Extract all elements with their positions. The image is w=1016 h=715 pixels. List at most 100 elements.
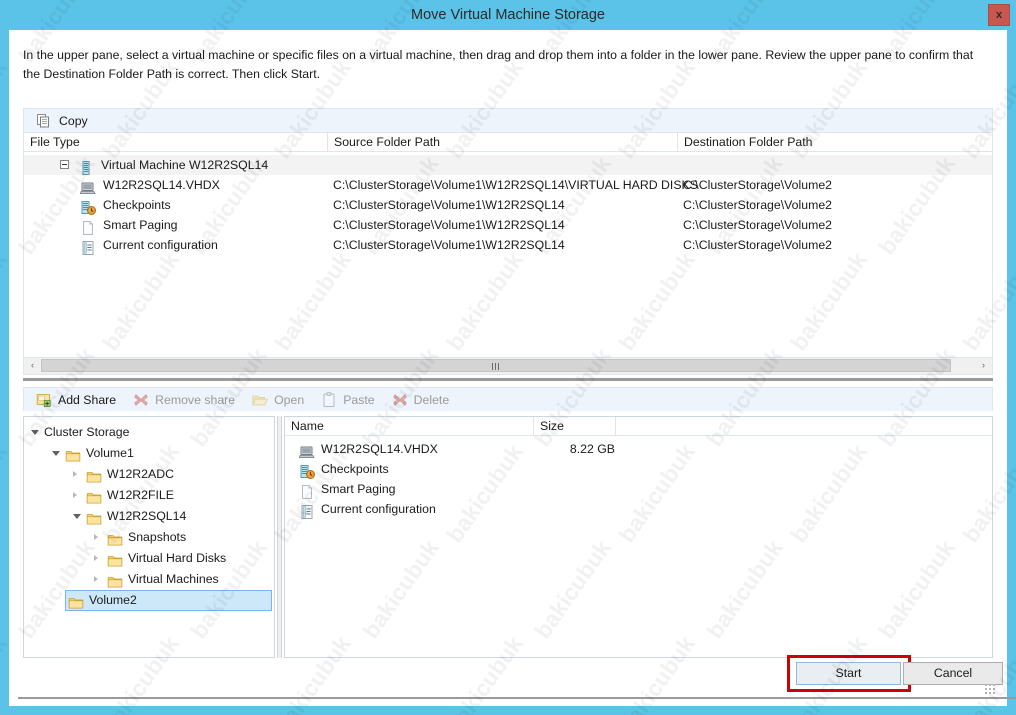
tree-expander-open-icon[interactable] xyxy=(52,451,60,456)
vhdx-disk-icon xyxy=(299,441,315,458)
start-button[interactable]: Start xyxy=(795,661,902,686)
folder-icon xyxy=(107,551,123,567)
upper-row-source-path: C:\ClusterStorage\Volume1\W12R2SQL14\VIR… xyxy=(333,178,698,192)
tree-node-label: W12R2SQL14 xyxy=(107,509,187,523)
tree-node-volume2[interactable]: Volume2 xyxy=(65,590,272,611)
upper-col-header-file-type[interactable]: File Type xyxy=(24,133,327,152)
toolbar-item-label: Open xyxy=(274,392,305,407)
cancel-button[interactable]: Cancel xyxy=(903,662,1003,685)
file-row-size: 8.22 GB xyxy=(569,442,615,456)
pane-divider xyxy=(23,378,993,381)
upper-row-file-type-label: W12R2SQL14.VHDX xyxy=(103,178,220,192)
file-row-name: Current configuration xyxy=(299,499,436,519)
upper-row-destination-path: C:\ClusterStorage\Volume2 xyxy=(683,218,833,232)
paste-button: Paste xyxy=(315,390,380,410)
hscroll-thumb-grip xyxy=(492,363,500,370)
pane-splitter[interactable] xyxy=(277,416,282,658)
file-list-header: Name Size xyxy=(285,417,992,436)
file-list-row[interactable]: Checkpoints xyxy=(285,459,992,479)
upper-row-file-type: Checkpoints xyxy=(80,195,171,215)
upper-group-row-label: Virtual Machine W12R2SQL14 xyxy=(101,158,269,172)
tree-expander-open-icon[interactable] xyxy=(31,430,39,435)
dialog-client-area: In the upper pane, select a virtual mach… xyxy=(9,30,1016,706)
config-file-icon xyxy=(299,501,315,519)
file-row-size xyxy=(533,479,615,499)
upper-table-group-row[interactable]: Virtual Machine W12R2SQL14 xyxy=(24,155,992,175)
delete-x-icon xyxy=(392,392,408,408)
tree-node-label: Virtual Hard Disks xyxy=(128,551,227,565)
tree-expander-closed-icon[interactable] xyxy=(94,555,98,561)
tree-expander-closed-icon[interactable] xyxy=(73,492,77,498)
file-list-row[interactable]: Smart Paging xyxy=(285,479,992,499)
upper-col-header-destination-folder-path[interactable]: Destination Folder Path xyxy=(677,133,992,152)
tree-node-label: W12R2FILE xyxy=(107,488,174,502)
close-icon[interactable]: x xyxy=(988,4,1010,26)
paste-icon xyxy=(321,391,337,408)
file-row-name: W12R2SQL14.VHDX xyxy=(299,439,438,459)
file-list-row[interactable]: Current configuration xyxy=(285,499,992,519)
config-file-icon xyxy=(80,237,96,255)
upper-row-file-type-label: Checkpoints xyxy=(103,198,171,212)
upper-table-row[interactable]: Smart Paging C:\ClusterStorage\Volume1\W1… xyxy=(24,215,992,235)
tree-node-label: Cluster Storage xyxy=(44,425,130,439)
upper-row-file-type: Smart Paging xyxy=(80,215,178,235)
file-list-row[interactable]: W12R2SQL14.VHDX 8.22 GB xyxy=(285,439,992,459)
tree-node-w12r2file[interactable]: W12R2FILE xyxy=(86,485,174,506)
copy-button[interactable]: Copy xyxy=(30,111,94,131)
upper-table-row[interactable]: W12R2SQL14.VHDX C:\ClusterStorage\Volume1… xyxy=(24,175,992,195)
folder-tree-pane[interactable]: Cluster Storage Volume1 W12R2ADC W12R2FILE W… xyxy=(23,416,275,658)
file-row-name: Checkpoints xyxy=(299,459,389,479)
add-share-button[interactable]: Add Share xyxy=(30,390,122,410)
toolbar-item-label: Remove share xyxy=(155,392,236,407)
upper-row-destination-path: C:\ClusterStorage\Volume2 xyxy=(683,178,833,192)
file-row-name-label: Checkpoints xyxy=(321,462,389,476)
file-row-name-label: Smart Paging xyxy=(321,482,396,496)
remove-share-button: Remove share xyxy=(127,390,241,410)
lower-pane-toolbar: Add Share Remove share Open Paste Delete xyxy=(23,387,993,411)
collapse-expander-icon[interactable] xyxy=(60,160,69,169)
tree-node-snapshots[interactable]: Snapshots xyxy=(107,527,186,548)
dialog-window: Move Virtual Machine Storage x In the up… xyxy=(0,0,1016,715)
upper-row-file-type-label: Current configuration xyxy=(103,238,218,252)
tree-node-label: Volume1 xyxy=(86,446,134,460)
tree-expander-open-icon[interactable] xyxy=(73,514,81,519)
file-list-pane[interactable]: Name Size W12R2SQL14.VHDX 8.22 GB Checkpoin… xyxy=(284,416,993,658)
hscroll-left-arrow[interactable]: ‹ xyxy=(24,358,41,373)
file-row-size xyxy=(533,459,615,479)
upper-group-row-type: Virtual Machine W12R2SQL14 xyxy=(78,155,268,175)
upper-pane-hscrollbar[interactable]: ‹ › xyxy=(23,358,993,375)
file-row-size xyxy=(533,499,615,519)
folder-icon xyxy=(86,509,102,525)
title-bar: Move Virtual Machine Storage x xyxy=(0,0,1016,30)
upper-row-source-path: C:\ClusterStorage\Volume1\W12R2SQL14 xyxy=(333,198,565,212)
open-folder-icon xyxy=(252,392,269,408)
tree-node-w12r2sql14[interactable]: W12R2SQL14 xyxy=(86,506,186,527)
footer-separator xyxy=(18,697,1016,699)
tree-node-virtual-hard-disks[interactable]: Virtual Hard Disks xyxy=(107,548,226,569)
toolbar-item-label: Paste xyxy=(343,392,375,407)
tree-node-virtual-machines[interactable]: Virtual Machines xyxy=(107,569,219,590)
remove-share-icon xyxy=(133,392,149,408)
file-col-header-size[interactable]: Size xyxy=(533,417,615,436)
page-file-icon xyxy=(80,217,96,235)
tree-node-cluster-storage[interactable]: Cluster Storage xyxy=(44,422,129,443)
toolbar-item-label: Delete xyxy=(413,392,450,407)
tree-expander-closed-icon[interactable] xyxy=(94,534,98,540)
add-share-icon xyxy=(36,392,52,408)
upper-table-row[interactable]: Checkpoints C:\ClusterStorage\Volume1\W12… xyxy=(24,195,992,215)
upper-row-file-type-label: Smart Paging xyxy=(103,218,178,232)
window-title: Move Virtual Machine Storage xyxy=(411,7,605,23)
tree-node-label: Volume2 xyxy=(89,593,137,607)
checkpoints-icon xyxy=(299,461,315,479)
resize-grip[interactable] xyxy=(984,683,995,694)
hscroll-right-arrow[interactable]: › xyxy=(975,358,992,373)
file-col-header-name[interactable]: Name xyxy=(285,417,533,436)
tree-node-w12r2adc[interactable]: W12R2ADC xyxy=(86,464,174,485)
tree-node-volume1[interactable]: Volume1 xyxy=(65,443,134,464)
upper-col-header-source-folder-path[interactable]: Source Folder Path xyxy=(327,133,677,152)
upper-row-source-path: C:\ClusterStorage\Volume1\W12R2SQL14 xyxy=(333,238,565,252)
tree-expander-closed-icon[interactable] xyxy=(94,576,98,582)
hscroll-thumb[interactable] xyxy=(41,359,951,372)
tree-expander-closed-icon[interactable] xyxy=(73,471,77,477)
upper-table-row[interactable]: Current configuration C:\ClusterStorage\V… xyxy=(24,235,992,255)
